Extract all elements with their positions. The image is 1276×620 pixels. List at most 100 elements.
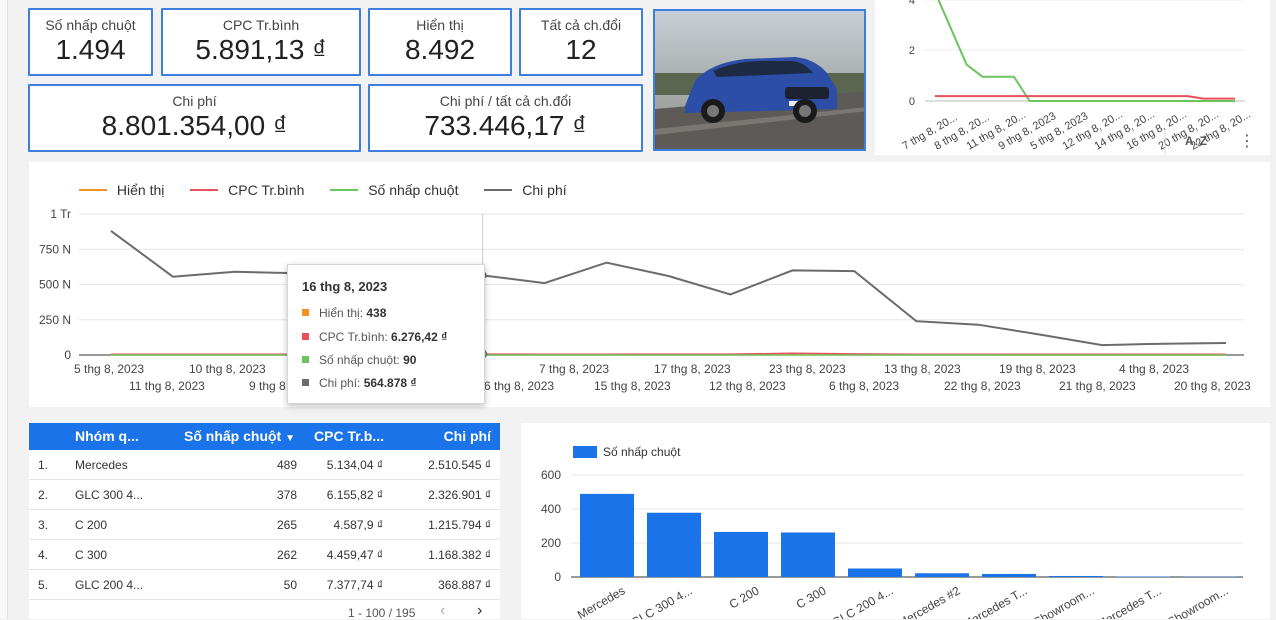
- tooltip-swatch-impressions: [302, 309, 309, 316]
- y-tick-label: 0: [554, 570, 561, 584]
- y-tick-label: 1 Tr: [50, 207, 71, 221]
- kpi-impressions-label: Hiển thị: [370, 16, 510, 34]
- kpi-impressions[interactable]: Hiển thị 8.492: [368, 8, 512, 76]
- x-tick-label: 19 thg 8, 2023: [999, 362, 1076, 376]
- sort-desc-icon: ▼: [285, 433, 295, 444]
- kpi-conversions-label: Tất cả ch.đổi: [521, 16, 641, 34]
- kpi-cost-per-conversion[interactable]: Chi phí / tất cả ch.đổi 733.446,17 ₫: [368, 84, 643, 152]
- x-tick-label: Mercedes T...: [1094, 583, 1163, 619]
- row-clicks: 50: [284, 578, 297, 592]
- row-name: GLC 300 4...: [75, 488, 143, 502]
- x-tick-label: 12 thg 8, 2023: [709, 379, 786, 393]
- col-header-clicks-label: Số nhấp chuột: [184, 428, 281, 444]
- x-tick-label: GLC 200 4...: [830, 583, 896, 619]
- x-tick-label: GLC 300 4...: [629, 583, 695, 619]
- x-tick-label: 9 thg 8: [249, 379, 286, 393]
- chart-tooltip: 16 thg 8, 2023 Hiển thị: 438 CPC Tr.bình…: [287, 264, 485, 404]
- col-header-cost[interactable]: Chi phí: [444, 428, 491, 444]
- x-tick-label: 20 thg 8, 2023: [1174, 379, 1251, 393]
- tooltip-cpc-value: 6.276,42 ₫: [391, 330, 447, 344]
- kpi-impressions-value: 8.492: [370, 34, 510, 66]
- series-line-CPC Tr.bình: [111, 353, 1226, 354]
- row-cpc: 6.155,82 ₫: [327, 488, 383, 502]
- x-tick-label: 21 thg 8, 2023: [1059, 379, 1136, 393]
- table-row[interactable]: 5. GLC 200 4... 50 7.377,74 ₫ 368.887 ₫: [29, 570, 500, 600]
- y-tick-label: 2: [909, 45, 915, 57]
- x-tick-label: 6 thg 8, 2023: [484, 379, 554, 393]
- next-page-icon[interactable]: ›: [477, 602, 482, 620]
- pagination-text: 1 - 100 / 195: [348, 606, 415, 620]
- tooltip-cpc-row: CPC Tr.bình: 6.276,42 ₫: [302, 329, 447, 345]
- x-tick-label: 15 thg 8, 2023: [594, 379, 671, 393]
- bar: [781, 532, 835, 577]
- bar: [982, 574, 1036, 577]
- col-header-clicks[interactable]: Số nhấp chuột ▼: [184, 428, 295, 444]
- tooltip-cost-label: Chi phí:: [319, 376, 360, 390]
- x-tick-label: 11 thg 8, 2023: [129, 379, 205, 393]
- row-clicks: 265: [277, 518, 297, 532]
- x-tick-label: 5 thg 8, 2023: [74, 362, 144, 376]
- table-row[interactable]: 3. C 200 265 4.587,9 ₫ 1.215.794 ₫: [29, 510, 500, 540]
- col-header-group[interactable]: Nhóm q...: [75, 428, 139, 444]
- x-tick-label: 22 thg 8, 2023: [944, 379, 1021, 393]
- col-header-cpc[interactable]: CPC Tr.b...: [314, 428, 384, 444]
- mini-series-line: [935, 96, 1235, 99]
- kpi-cpc[interactable]: CPC Tr.bình 5.891,13 ₫: [161, 8, 361, 76]
- tooltip-clicks-value: 90: [403, 353, 416, 367]
- tooltip-swatch-cpc: [302, 333, 309, 340]
- kpi-cpc-label: CPC Tr.bình: [163, 16, 359, 34]
- bar: [647, 513, 701, 577]
- tooltip-impressions-value: 438: [366, 306, 386, 320]
- kpi-clicks-label: Số nhấp chuột: [30, 16, 151, 34]
- tooltip-swatch-clicks: [302, 356, 309, 363]
- more-vert-icon[interactable]: ⋮: [1239, 134, 1255, 150]
- main-line-chart: Hiển thị CPC Tr.bình Số nhấp chuột Chi p…: [29, 162, 1270, 407]
- bar-chart-panel: Số nhấp chuột 0200400600MercedesGLC 300 …: [521, 423, 1270, 619]
- row-index: 2.: [38, 488, 48, 502]
- row-cost: 368.887 ₫: [438, 578, 491, 592]
- tooltip-impressions-label: Hiển thị:: [319, 306, 363, 320]
- table-row[interactable]: 2. GLC 300 4... 378 6.155,82 ₫ 2.326.901…: [29, 480, 500, 510]
- bar: [1049, 576, 1103, 577]
- tooltip-title: 16 thg 8, 2023: [302, 279, 387, 294]
- kpi-cost-per-conversion-value: 733.446,17 ₫: [370, 110, 641, 142]
- kpi-cost[interactable]: Chi phí 8.801.354,00 ₫: [28, 84, 361, 152]
- row-index: 5.: [38, 578, 48, 592]
- kpi-cost-per-conversion-label: Chi phí / tất cả ch.đổi: [370, 92, 641, 110]
- car-image: [653, 9, 866, 151]
- sort-az-icon[interactable]: A↓Z: [1185, 134, 1207, 148]
- main-chart-svg: 1 Tr750 N500 N250 N05 thg 8, 202310 thg …: [29, 162, 1270, 407]
- row-cpc: 4.459,47 ₫: [327, 548, 383, 562]
- prev-page-icon[interactable]: ‹: [440, 602, 445, 620]
- x-tick-label: Showroom...: [1165, 583, 1230, 619]
- kpi-conversions[interactable]: Tất cả ch.đổi 12: [519, 8, 643, 76]
- x-tick-label: Mercedes T...: [960, 583, 1029, 619]
- y-tick-label: 500 N: [39, 278, 71, 292]
- x-tick-label: 17 thg 8, 2023: [654, 362, 731, 376]
- left-gutter: [0, 0, 8, 619]
- kpi-cost-label: Chi phí: [30, 92, 359, 110]
- table-header: Nhóm q... Số nhấp chuột ▼ CPC Tr.b... Ch…: [29, 423, 500, 450]
- tooltip-cpc-label: CPC Tr.bình:: [319, 330, 388, 344]
- kpi-conversions-value: 12: [521, 34, 641, 66]
- y-tick-label: 250 N: [39, 313, 71, 327]
- table-row[interactable]: 1. Mercedes 489 5.134,04 ₫ 2.510.545 ₫: [29, 450, 500, 480]
- tooltip-clicks-label: Số nhấp chuột:: [319, 353, 400, 367]
- x-tick-label: C 200: [727, 583, 762, 611]
- y-tick-label: 600: [541, 468, 561, 482]
- row-name: GLC 200 4...: [75, 578, 143, 592]
- y-tick-label: 0: [909, 96, 915, 108]
- row-cost: 1.215.794 ₫: [428, 518, 491, 532]
- table-row[interactable]: 4. C 300 262 4.459,47 ₫ 1.168.382 ₫: [29, 540, 500, 570]
- kpi-clicks[interactable]: Số nhấp chuột 1.494: [28, 8, 153, 76]
- row-index: 4.: [38, 548, 48, 562]
- x-tick-label: 7 thg 8, 2023: [539, 362, 609, 376]
- y-tick-label: 4: [909, 0, 915, 7]
- x-tick-label: 4 thg 8, 2023: [1119, 362, 1189, 376]
- tooltip-clicks-row: Số nhấp chuột: 90: [302, 352, 416, 368]
- bar: [714, 532, 768, 577]
- tooltip-cost-value: 564.878 ₫: [364, 376, 417, 390]
- row-index: 1.: [38, 458, 48, 472]
- x-tick-label: 6 thg 8, 2023: [829, 379, 899, 393]
- row-name: C 200: [75, 518, 107, 532]
